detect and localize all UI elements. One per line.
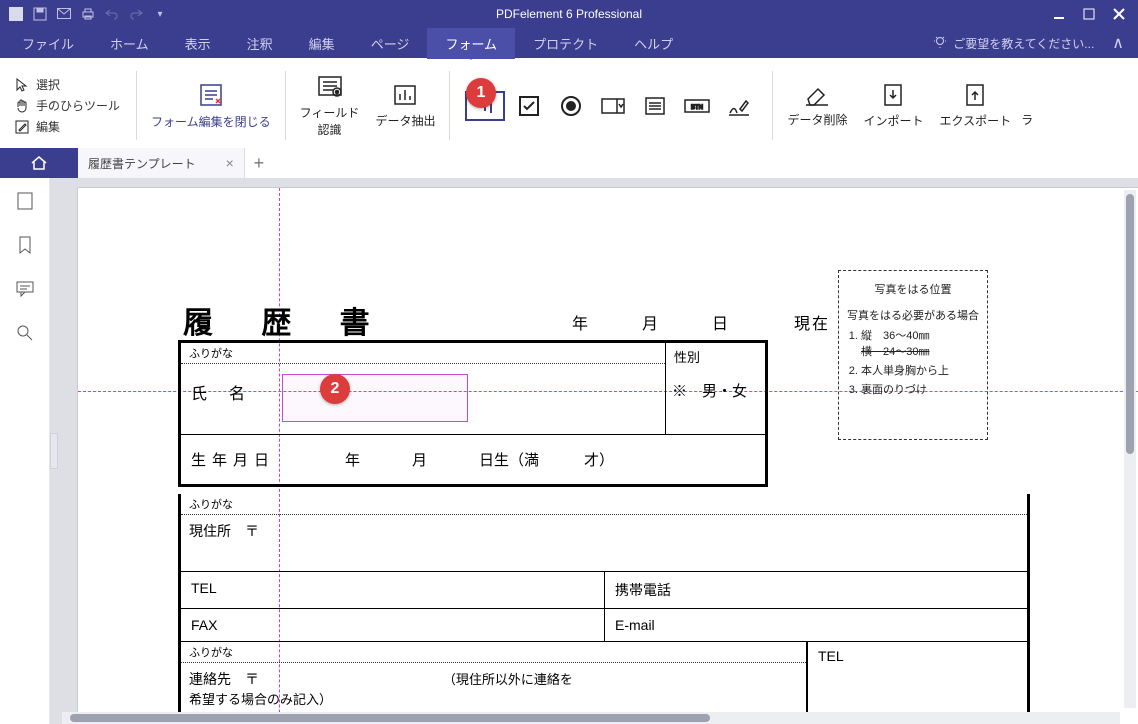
address-block: ふりがな 現住所 〒 TEL 携帯電話 FAX E-mail ふりがな 連絡先 …: [178, 494, 1030, 717]
close-form-edit-button[interactable]: フォーム編集を閉じる: [143, 63, 279, 148]
tel-label: TEL: [181, 572, 604, 608]
maximize-button[interactable]: [1076, 4, 1102, 24]
document-tab-label: 履歴書テンプレート: [88, 155, 196, 172]
menu-page[interactable]: ページ: [353, 28, 428, 59]
page: 履 歴 書 年月日 現在 写真をはる位置 写真をはる必要がある場合 縦 36～4…: [78, 188, 1138, 724]
redo-icon[interactable]: [128, 6, 144, 22]
gender-cell: 性別 ※ 男・女: [665, 343, 765, 434]
more-label: ラ: [1021, 111, 1033, 128]
checkbox-tool-icon[interactable]: [511, 88, 547, 124]
combobox-tool-icon[interactable]: [595, 88, 631, 124]
home-tab[interactable]: [0, 148, 78, 178]
contact-tel-label: TEL: [807, 642, 1027, 714]
email-label: E-mail: [604, 609, 1027, 641]
data-extract-button[interactable]: データ抽出: [367, 63, 443, 148]
save-icon[interactable]: [32, 6, 48, 22]
menu-home[interactable]: ホーム: [92, 28, 167, 59]
mobile-label: 携帯電話: [604, 572, 1027, 608]
doc-date-row: 年月日 現在: [546, 310, 856, 334]
horizontal-scrollbar[interactable]: [62, 712, 1120, 724]
new-tab-button[interactable]: +: [245, 153, 273, 174]
menu-view[interactable]: 表示: [167, 28, 229, 59]
field-recognize-label: フィールド 認識: [300, 104, 360, 138]
button-tool-icon[interactable]: BTN: [679, 88, 715, 124]
ribbon: 選択 手のひらツール 編集 フォーム編集を閉じる フィールド 認識 データ抽出: [0, 58, 1138, 148]
bookmarks-icon[interactable]: [14, 234, 36, 256]
close-tab-icon[interactable]: ×: [226, 155, 234, 171]
export-button[interactable]: エクスポート: [931, 63, 1019, 148]
import-label: インポート: [863, 112, 923, 129]
print-icon[interactable]: [80, 6, 96, 22]
data-delete-label: データ削除: [787, 111, 847, 128]
document-canvas[interactable]: 履 歴 書 年月日 現在 写真をはる位置 写真をはる必要がある場合 縦 36～4…: [50, 178, 1138, 724]
form-name-block: ふりがな 氏名 性別 ※ 男・女 生年月日 年 月 日生（満 才）: [178, 340, 768, 487]
menubar: ファイル ホーム 表示 注釈 編集 ページ フォーム プロテクト ヘルプ ご要望…: [0, 28, 1138, 58]
field-recognize-button[interactable]: フィールド 認識: [292, 63, 368, 148]
contact-address-label: 連絡先 〒: [189, 671, 259, 687]
birth-row: 生年月日 年 月 日生（満 才）: [181, 434, 765, 484]
menu-comment[interactable]: 注釈: [229, 28, 291, 59]
tellme-text[interactable]: ご要望を教えてください...: [953, 35, 1094, 52]
close-window-button[interactable]: [1106, 4, 1132, 24]
vertical-scrollbar[interactable]: [1124, 190, 1136, 708]
more-button[interactable]: ラ: [1019, 63, 1041, 148]
signature-tool-icon[interactable]: [721, 88, 757, 124]
tool-hand[interactable]: 手のひらツール: [10, 95, 124, 116]
tool-edit-label: 編集: [36, 118, 60, 135]
tabstrip: 履歴書テンプレート × +: [0, 148, 1138, 178]
undo-icon[interactable]: [104, 6, 120, 22]
fax-label: FAX: [181, 609, 604, 641]
menu-form[interactable]: フォーム: [427, 28, 515, 59]
titlebar: ▾ PDFelement 6 Professional: [0, 0, 1138, 28]
menu-file[interactable]: ファイル: [4, 28, 92, 59]
menu-help[interactable]: ヘルプ: [616, 28, 691, 59]
mail-icon[interactable]: [56, 6, 72, 22]
annotation-marker-2: 2: [320, 374, 350, 404]
export-label: エクスポート: [939, 112, 1011, 129]
current-address-label: 現住所 〒: [181, 515, 1027, 572]
thumbnails-icon[interactable]: [14, 190, 36, 212]
listbox-tool-icon[interactable]: [637, 88, 673, 124]
app-title: PDFelement 6 Professional: [0, 7, 1138, 21]
panel-handle-left[interactable]: [50, 433, 58, 469]
data-delete-button[interactable]: データ削除: [779, 63, 855, 148]
furigana-label: ふりがな: [181, 343, 665, 364]
app-logo-icon: [8, 6, 24, 22]
tool-select-label: 選択: [36, 76, 60, 93]
tellme-icon: [933, 35, 947, 52]
quickaccess-dropdown-icon[interactable]: ▾: [152, 6, 168, 22]
menu-edit[interactable]: 編集: [291, 28, 353, 59]
photo-placement-box: 写真をはる位置 写真をはる必要がある場合 縦 36～40㎜横 24～30㎜ 本人…: [838, 270, 988, 440]
tool-hand-label: 手のひらツール: [36, 97, 120, 114]
close-form-edit-label: フォーム編集を閉じる: [151, 113, 271, 130]
active-form-field[interactable]: [282, 374, 468, 422]
search-icon[interactable]: [14, 322, 36, 344]
menu-protect[interactable]: プロテクト: [515, 28, 616, 59]
comments-icon[interactable]: [14, 278, 36, 300]
minimize-button[interactable]: [1046, 4, 1072, 24]
import-button[interactable]: インポート: [855, 63, 931, 148]
tool-edit[interactable]: 編集: [10, 116, 124, 137]
collapse-ribbon-icon[interactable]: ∧: [1102, 33, 1134, 53]
svg-text:BTN: BTN: [691, 105, 703, 111]
doc-title: 履 歴 書: [183, 298, 390, 342]
side-panel: [0, 178, 50, 724]
data-extract-label: データ抽出: [375, 112, 435, 129]
radio-tool-icon[interactable]: [553, 88, 589, 124]
annotation-marker-1: 1: [466, 78, 496, 108]
tool-select[interactable]: 選択: [10, 74, 124, 95]
document-tab[interactable]: 履歴書テンプレート ×: [78, 148, 245, 178]
